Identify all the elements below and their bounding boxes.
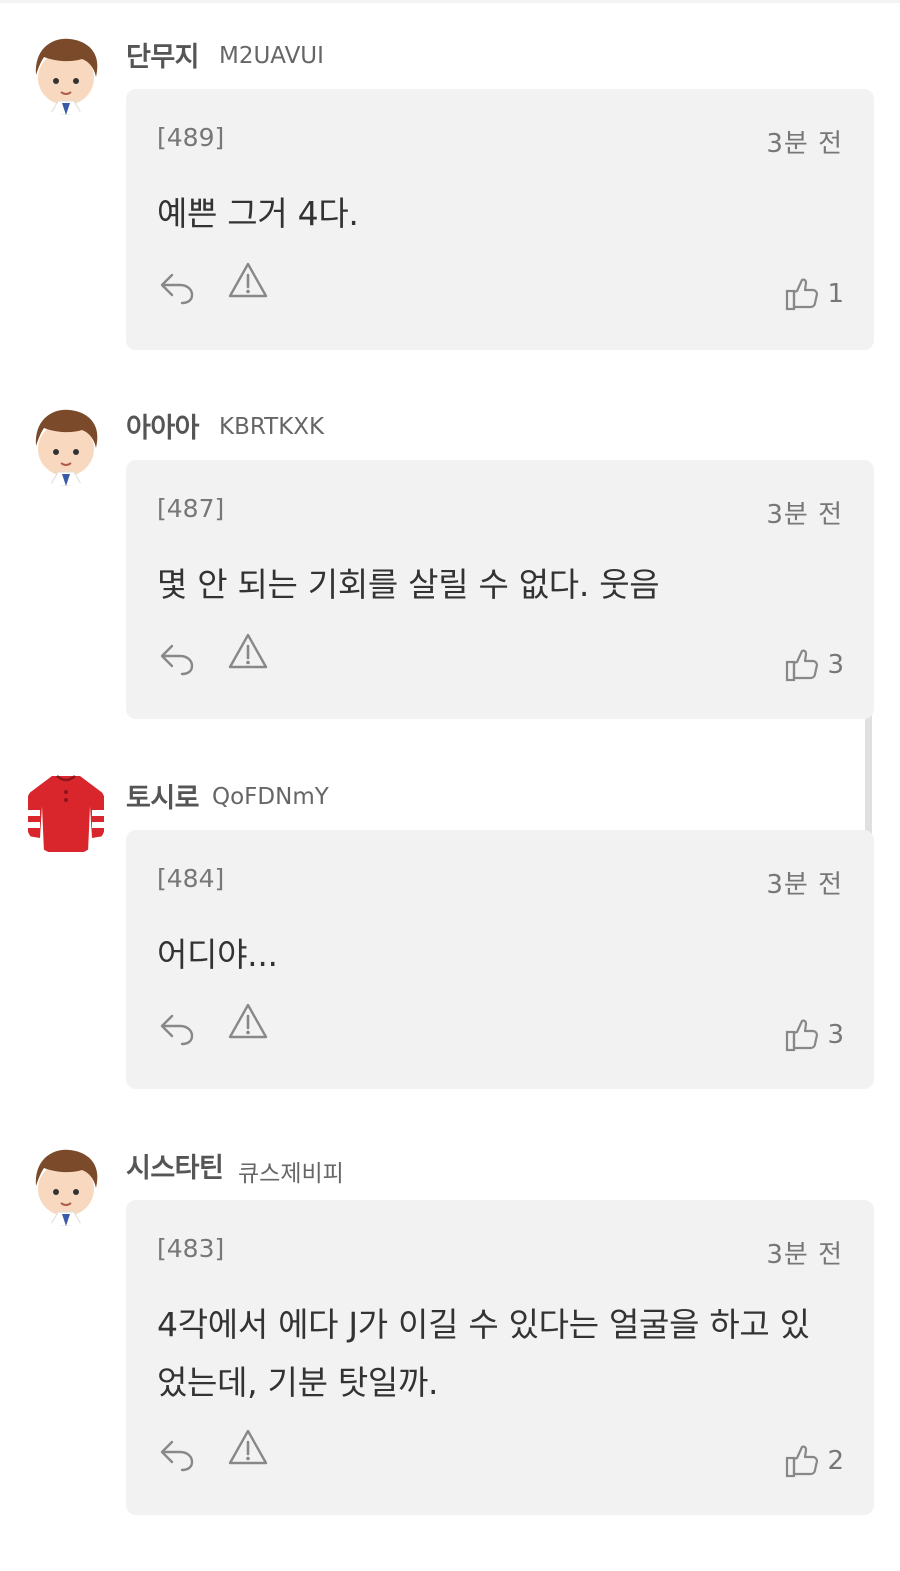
boy-avatar-icon[interactable] [24, 402, 108, 486]
like-button[interactable]: 3 [785, 646, 844, 684]
warning-icon[interactable] [228, 1002, 268, 1040]
comment-card: [489] 3분 전 예쁜 그거 4다. 1 [126, 89, 874, 350]
user-id: QoFDNmY [212, 784, 329, 810]
boy-avatar-icon[interactable] [24, 31, 108, 115]
user-id: 큐스제비피 [238, 1161, 344, 1187]
username[interactable]: 아아아 [126, 406, 200, 445]
comment-text: 4각에서 에다 J가 이길 수 있다는 얼굴을 하고 있었는데, 기분 탓일까. [157, 1305, 810, 1402]
thumbs-up-icon [786, 1019, 819, 1052]
like-count: 2 [827, 1446, 844, 1476]
comment-text: 어디야... [157, 935, 278, 974]
like-button[interactable]: 1 [785, 275, 844, 313]
comment-card: [484] 3분 전 어디야... 3 [126, 830, 874, 1089]
warning-icon[interactable] [228, 261, 268, 299]
reply-icon[interactable] [158, 1434, 196, 1472]
like-count: 3 [827, 650, 844, 680]
like-button[interactable]: 3 [785, 1016, 844, 1054]
username[interactable]: 토시로 [126, 776, 200, 815]
reply-icon[interactable] [158, 638, 196, 676]
boy-avatar-icon[interactable] [24, 1142, 108, 1226]
comment-time: 3분 전 [766, 1240, 843, 1270]
comment-card: [487] 3분 전 몇 안 되는 기회를 살릴 수 없다. 웃음 3 [126, 460, 874, 719]
thumbs-up-icon [786, 1445, 819, 1478]
reply-icon[interactable] [158, 267, 196, 305]
username[interactable]: 단무지 [126, 35, 200, 74]
comment-card: [483] 3분 전 4각에서 에다 J가 이길 수 있다는 얼굴을 하고 있었… [126, 1200, 874, 1515]
comment-time: 3분 전 [766, 870, 843, 900]
comment-time: 3분 전 [766, 129, 843, 159]
comment-number: [483] [157, 1234, 225, 1263]
comment-number: [487] [157, 494, 225, 523]
comment-text: 몇 안 되는 기회를 살릴 수 없다. 웃음 [157, 565, 660, 604]
warning-icon[interactable] [228, 1428, 268, 1466]
top-divider [0, 0, 900, 3]
thumbs-up-icon [786, 278, 819, 311]
warning-icon[interactable] [228, 632, 268, 670]
reply-icon[interactable] [158, 1008, 196, 1046]
like-count: 3 [827, 1020, 844, 1050]
username[interactable]: 시스타틴 [126, 1146, 224, 1185]
like-button[interactable]: 2 [785, 1442, 844, 1480]
red-jersey-avatar-icon[interactable] [24, 772, 108, 856]
comment-number: [489] [157, 123, 225, 152]
user-id: KBRTKXK [219, 414, 325, 440]
like-count: 1 [827, 279, 844, 309]
comment-number: [484] [157, 864, 225, 893]
thumbs-up-icon [786, 649, 819, 682]
comment-time: 3분 전 [766, 500, 843, 530]
user-id: M2UAVUI [219, 43, 324, 69]
comment-text: 예쁜 그거 4다. [157, 194, 359, 233]
